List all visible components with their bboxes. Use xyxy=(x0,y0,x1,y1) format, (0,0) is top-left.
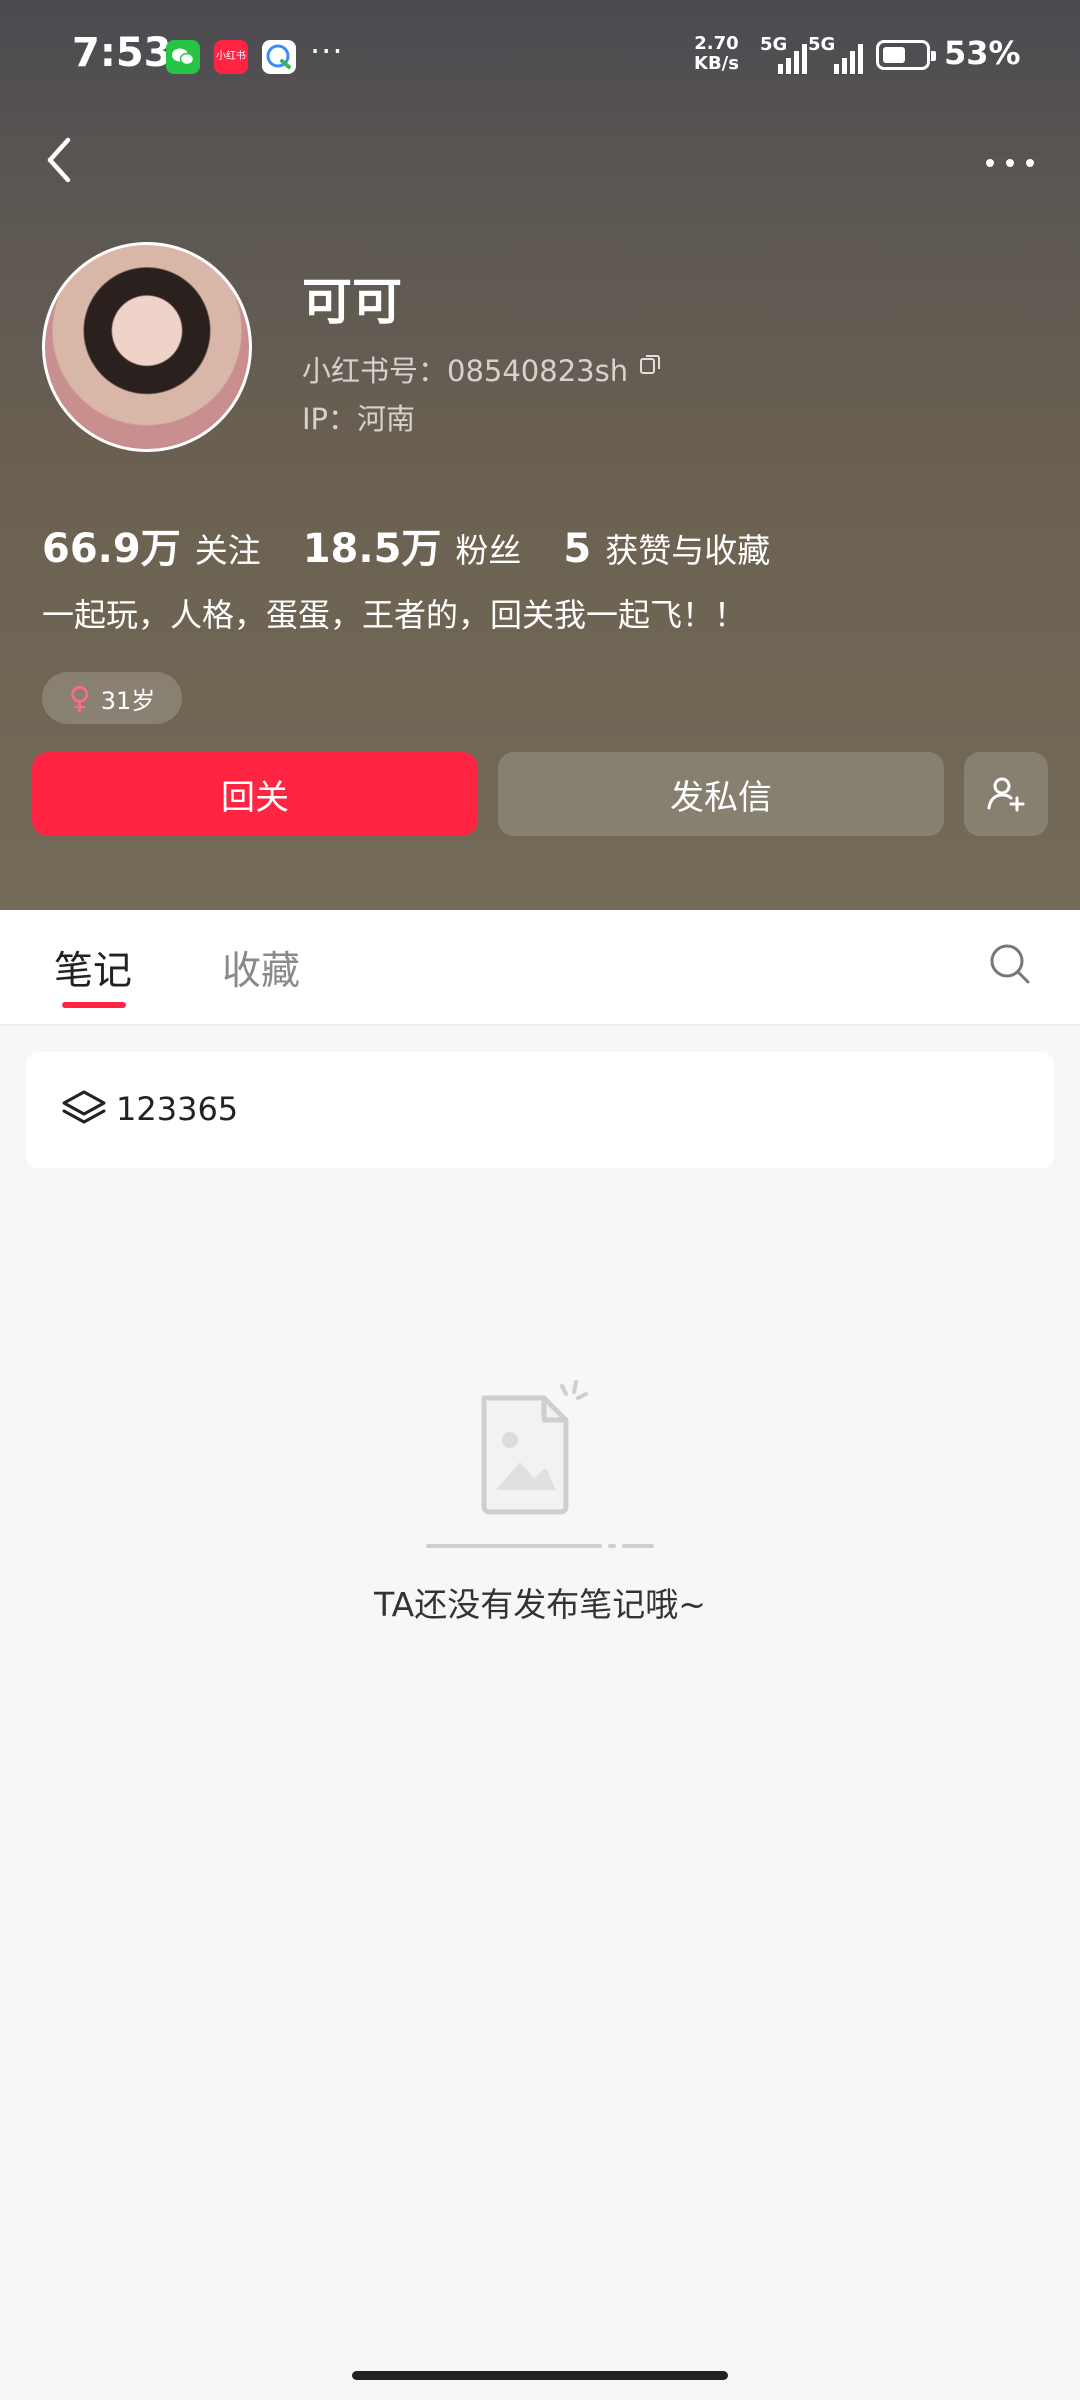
content-tabs: 笔记 收藏 xyxy=(0,910,1080,1026)
back-button[interactable] xyxy=(38,130,88,190)
battery-percent: 53% xyxy=(944,34,1021,72)
stat-following[interactable]: 66.9万 关注 xyxy=(42,516,261,574)
profile-red-id: 小红书号：08540823sh xyxy=(302,354,629,388)
active-tab-indicator xyxy=(62,1002,126,1008)
profile-ip: IP：河南 xyxy=(302,402,416,436)
female-icon: ♀ xyxy=(68,680,91,716)
more-options-button[interactable] xyxy=(980,148,1040,178)
profile-nickname: 可可 xyxy=(302,273,402,331)
send-message-button[interactable]: 发私信 xyxy=(498,752,944,836)
age-label: 31岁 xyxy=(100,686,156,715)
copy-icon[interactable] xyxy=(638,352,662,376)
more-notifications-icon: ··· xyxy=(310,32,344,70)
profile-bio: 一起玩，人格，蛋蛋，王者的，回关我一起飞！！ xyxy=(42,596,747,634)
tab-notes[interactable]: 笔记 xyxy=(54,940,132,996)
age-tag: ♀ 31岁 xyxy=(42,672,182,724)
collection-card[interactable]: 123365 xyxy=(26,1052,1054,1168)
status-bar: 7:53 小红书 ··· 2.70 KB/s 5G 5G 53% xyxy=(72,30,1021,76)
status-time: 7:53 xyxy=(72,30,172,76)
xiaohongshu-icon: 小红书 xyxy=(214,40,248,74)
wechat-icon xyxy=(166,40,200,74)
tab-favorites[interactable]: 收藏 xyxy=(222,940,300,996)
search-icon xyxy=(990,944,1030,984)
collection-name: 123365 xyxy=(116,1090,239,1128)
stat-likes-collections[interactable]: 5 获赞与收藏 xyxy=(563,524,770,572)
profile-header: 7:53 小红书 ··· 2.70 KB/s 5G 5G 53% 可可 小红书号… xyxy=(0,0,1080,910)
avatar[interactable] xyxy=(42,242,252,452)
follow-back-button[interactable]: 回关 xyxy=(32,752,478,836)
add-friend-button[interactable] xyxy=(964,752,1048,836)
profile-stats: 66.9万 关注 18.5万 粉丝 5 获赞与收藏 xyxy=(42,516,812,572)
battery-fill xyxy=(883,47,905,63)
qq-browser-icon xyxy=(262,40,296,74)
network-speed: 2.70 KB/s xyxy=(694,33,739,74)
add-user-icon xyxy=(987,777,1025,812)
empty-notes-illustration xyxy=(426,1380,654,1548)
empty-state-text: TA还没有发布笔记哦~ xyxy=(374,1585,706,1624)
home-indicator[interactable] xyxy=(352,2371,728,2380)
battery-icon xyxy=(876,40,936,70)
layers-icon xyxy=(62,1090,106,1124)
search-button[interactable] xyxy=(988,942,1032,986)
stat-followers[interactable]: 18.5万 粉丝 xyxy=(303,516,522,574)
